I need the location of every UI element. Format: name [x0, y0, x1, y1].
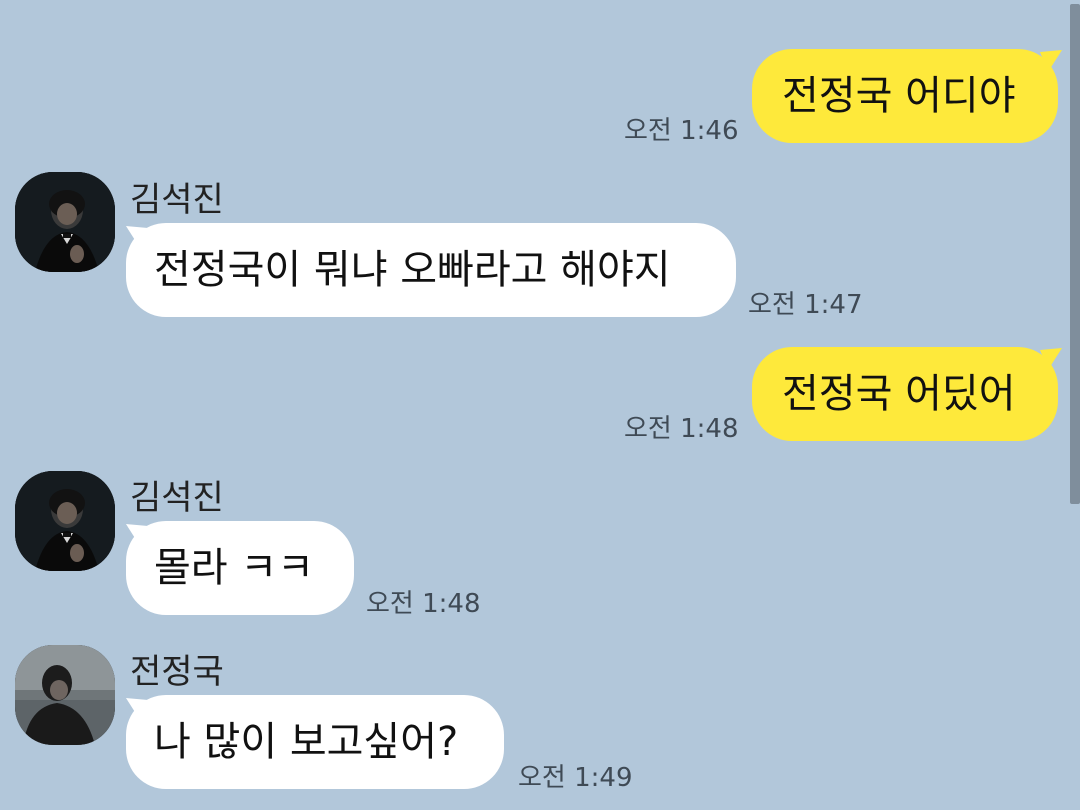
- message-timestamp: 오전 1:49: [518, 763, 633, 793]
- my-message-bubble[interactable]: 전정국 어딨어: [752, 347, 1058, 441]
- sender-avatar[interactable]: [15, 645, 115, 745]
- sender-name: 전정국: [130, 652, 224, 692]
- sender-avatar[interactable]: [15, 471, 115, 571]
- sender-name: 김석진: [130, 478, 224, 518]
- received-message-bubble[interactable]: 나 많이 보고싶어?: [126, 695, 504, 789]
- message-text: 전정국 어디야: [782, 73, 1016, 119]
- received-message-bubble[interactable]: 전정국이 뭐냐 오빠라고 해야지: [126, 223, 736, 317]
- message-timestamp: 오전 1:47: [748, 290, 863, 320]
- message-timestamp: 오전 1:46: [624, 116, 739, 146]
- message-text: 전정국이 뭐냐 오빠라고 해야지: [154, 247, 671, 293]
- sender-avatar[interactable]: [15, 172, 115, 272]
- seokjin-avatar-icon: [15, 471, 115, 571]
- my-message-bubble[interactable]: 전정국 어디야: [752, 49, 1058, 143]
- seokjin-avatar-icon: [15, 172, 115, 272]
- message-text: 나 많이 보고싶어?: [154, 719, 459, 765]
- message-text: 전정국 어딨어: [782, 371, 1016, 417]
- message-timestamp: 오전 1:48: [624, 414, 739, 444]
- received-message-bubble[interactable]: 몰라 ㅋㅋ: [126, 521, 354, 615]
- message-text: 몰라 ㅋㅋ: [154, 545, 314, 591]
- sender-name: 김석진: [130, 180, 224, 220]
- chat-area: 전정국 어디야 오전 1:46 김석진 전정국이 뭐냐 오빠라고 해야지 오전 …: [0, 0, 1080, 810]
- jungkook-avatar-icon: [15, 645, 115, 745]
- scrollbar[interactable]: [1070, 0, 1080, 810]
- message-timestamp: 오전 1:48: [366, 589, 481, 619]
- scrollbar-thumb[interactable]: [1070, 4, 1080, 504]
